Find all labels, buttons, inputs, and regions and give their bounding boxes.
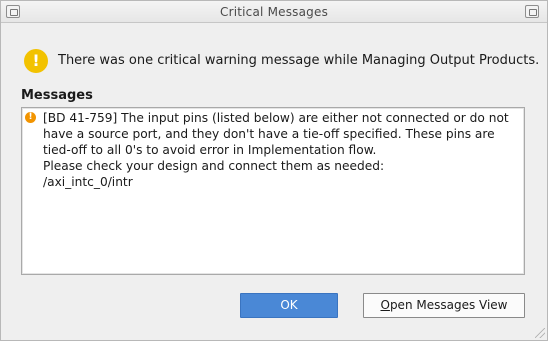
message-text: [BD 41-759] The input pins (listed below… [43,111,509,189]
critical-messages-dialog: Critical Messages ! There was one critic… [0,0,548,341]
critical-warning-icon: ! [25,112,36,123]
messages-list[interactable]: ! [BD 41-759] The input pins (listed bel… [21,107,525,275]
messages-label: Messages [21,88,93,103]
window-title: Critical Messages [219,5,329,19]
ok-button[interactable]: OK [240,293,338,318]
warning-icon: ! [24,49,48,73]
title-bar: Critical Messages [1,1,547,23]
maximize-icon[interactable] [525,5,539,18]
summary-text: There was one critical warning message w… [58,53,540,68]
open-messages-view-button[interactable]: Open Messages View [363,293,525,318]
resize-grip[interactable] [535,328,545,338]
open-messages-label: pen Messages View [389,298,508,312]
open-messages-mnemonic: O [380,298,390,312]
